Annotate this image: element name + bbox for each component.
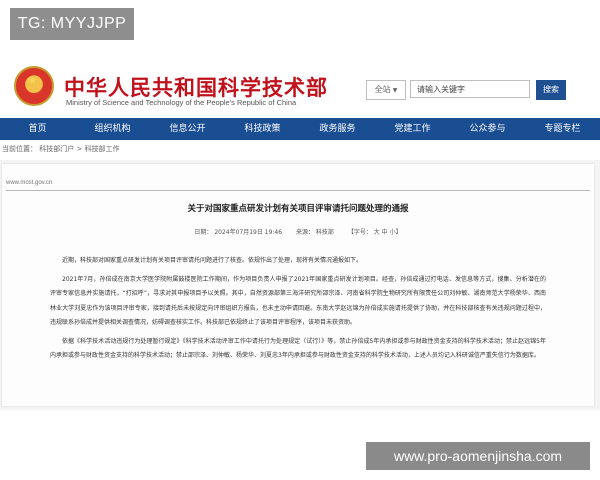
breadcrumb[interactable]: 当前位置： 科技部门户 > 科技部工作 bbox=[0, 142, 600, 156]
tg-label-overlay: TG: MYYJJPP bbox=[10, 8, 134, 40]
paragraph: 近期，科技部对国家重点研发计划有关项目评审请托问题进行了核查。依规作出了处理，现… bbox=[62, 257, 363, 264]
site-header: ★ 中华人民共和国科学技术部 Ministry of Science and T… bbox=[0, 44, 600, 118]
nav-item-home[interactable]: 首页 bbox=[0, 118, 75, 140]
search-bar: 全站 ▼ 请输入关键字 搜索 bbox=[366, 80, 566, 100]
document-url: www.most.gov.cn bbox=[6, 180, 53, 186]
document-body: 近期，科技部对国家重点研发计划有关项目评审请托问题进行了核查。依规作出了处理，现… bbox=[50, 254, 546, 368]
search-input[interactable]: 请输入关键字 bbox=[410, 80, 530, 98]
document-date: 日期： 2024年07月19日 19:46 bbox=[194, 229, 283, 236]
document-meta: 日期： 2024年07月19日 19:46 来源： 科技部 【字号： 大 中 小… bbox=[2, 227, 594, 236]
nav-item-services[interactable]: 政务服务 bbox=[300, 118, 375, 140]
search-scope-select[interactable]: 全站 ▼ bbox=[366, 80, 406, 100]
nav-item-public[interactable]: 公众参与 bbox=[450, 118, 525, 140]
main-nav: 首页 组织机构 信息公开 科技政策 政务服务 党建工作 公众参与 专题专栏 bbox=[0, 118, 600, 140]
document-paper: www.most.gov.cn 关于对国家重点研发计划有关项目评审请托问题处理的… bbox=[2, 164, 594, 406]
nav-item-organization[interactable]: 组织机构 bbox=[75, 118, 150, 140]
nav-item-policy[interactable]: 科技政策 bbox=[225, 118, 300, 140]
site-subtitle: Ministry of Science and Technology of th… bbox=[66, 98, 297, 107]
chevron-down-icon: ▼ bbox=[392, 87, 398, 94]
document-area: www.most.gov.cn 关于对国家重点研发计划有关项目评审请托问题处理的… bbox=[0, 160, 600, 410]
document-source: 来源： 科技部 bbox=[296, 229, 334, 236]
search-button[interactable]: 搜索 bbox=[536, 80, 566, 100]
font-size-switch[interactable]: 【字号： 大 中 小】 bbox=[348, 229, 402, 236]
paragraph: 依据《科学技术活动违规行为处理暂行规定》《科学技术活动评审工作中请托行为处理规定… bbox=[50, 337, 546, 360]
nav-item-party[interactable]: 党建工作 bbox=[375, 118, 450, 140]
national-emblem-icon: ★ bbox=[14, 66, 54, 106]
watermark-url: www.pro-aomenjinsha.com bbox=[366, 442, 590, 470]
divider bbox=[6, 190, 590, 191]
nav-item-info-disclosure[interactable]: 信息公开 bbox=[150, 118, 225, 140]
document-title: 关于对国家重点研发计划有关项目评审请托问题处理的通报 bbox=[187, 204, 409, 214]
nav-item-topics[interactable]: 专题专栏 bbox=[525, 118, 600, 140]
paragraph: 2021年7月，孙倍成在南京大学医学院附属鼓楼医院工作期间，作为项目负责人申报了… bbox=[50, 275, 546, 327]
